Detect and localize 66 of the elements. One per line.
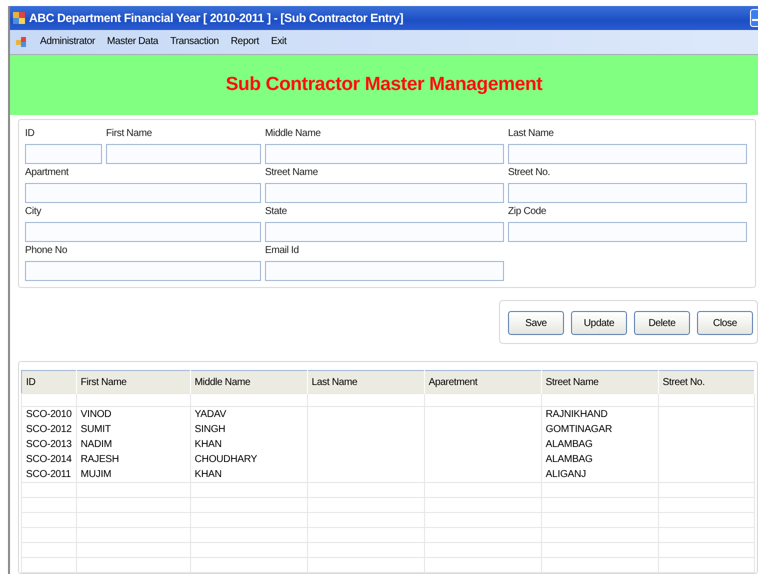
input-field[interactable] xyxy=(106,144,261,164)
input-field[interactable] xyxy=(265,144,504,164)
input-field[interactable] xyxy=(508,183,747,203)
field-label: Zip Code xyxy=(508,206,548,219)
table-cell: SCO-2010 xyxy=(26,409,72,420)
field-label: State xyxy=(265,206,288,219)
menu-item[interactable]: Report xyxy=(230,36,259,48)
table-cell: GOMTINAGAR xyxy=(546,424,612,435)
table-cell: CHOUDHARY xyxy=(194,454,258,465)
input-field[interactable] xyxy=(25,144,102,164)
field-label: Apartment xyxy=(25,167,70,180)
table-cell: SUMIT xyxy=(80,424,111,435)
field-label: Phone No xyxy=(25,245,68,258)
action-button[interactable]: Save xyxy=(508,311,564,335)
field-label: Email Id xyxy=(265,245,300,258)
table-cell: ALAMBAG xyxy=(546,454,593,465)
input-field[interactable] xyxy=(265,261,504,281)
input-field[interactable] xyxy=(508,222,747,242)
window-title: ABC Department Financial Year [ 2010-2011 ] - [Sub Contractor Entry] xyxy=(29,10,404,25)
table-cell: KHAN xyxy=(194,439,222,450)
input-field[interactable] xyxy=(25,261,261,281)
table-cell: ALIGANJ xyxy=(546,469,586,480)
action-button[interactable]: Close xyxy=(697,311,753,335)
app-icon xyxy=(16,36,28,47)
field-label: ID xyxy=(25,128,36,141)
table-cell: RAJESH xyxy=(80,454,119,465)
column-header[interactable]: First Name xyxy=(76,370,190,394)
input-field[interactable] xyxy=(25,222,261,242)
table-cell: VINOD xyxy=(80,409,112,420)
table-cell: SCO-2011 xyxy=(26,469,71,480)
menu-item[interactable]: Master Data xyxy=(107,36,158,48)
column-header[interactable]: Middle Name xyxy=(190,370,308,394)
action-button[interactable]: Delete xyxy=(634,311,690,335)
menu-item[interactable]: Administrator xyxy=(40,36,96,48)
action-button[interactable]: Update xyxy=(571,311,627,335)
column-header[interactable]: Street No. xyxy=(658,370,754,394)
input-field[interactable] xyxy=(265,183,504,203)
input-field[interactable] xyxy=(25,183,261,203)
table-cell: SCO-2013 xyxy=(26,439,72,450)
page-heading: Sub Contractor Master Management xyxy=(226,74,542,96)
field-label: Middle Name xyxy=(265,128,322,141)
column-header[interactable]: ID xyxy=(22,370,76,394)
input-field[interactable] xyxy=(508,144,747,164)
field-label: Street Name xyxy=(265,167,319,180)
table-cell: SCO-2012 xyxy=(26,424,72,435)
table-cell: YADAV xyxy=(194,409,226,420)
input-field[interactable] xyxy=(265,222,504,242)
minimize-button[interactable] xyxy=(750,8,758,27)
table-cell: NADIM xyxy=(80,439,112,450)
table-cell: RAJNIKHAND xyxy=(546,409,608,420)
app-icon xyxy=(13,12,25,24)
menu-item[interactable]: Transaction xyxy=(170,36,219,48)
field-label: Last Name xyxy=(508,128,555,141)
table-cell: MUJIM xyxy=(80,469,112,480)
table-cell: ALAMBAG xyxy=(546,439,593,450)
table-cell: SCO-2014 xyxy=(26,454,72,465)
table-cell: KHAN xyxy=(194,469,222,480)
menu-item[interactable]: Exit xyxy=(270,36,286,48)
minimize-icon xyxy=(752,18,758,22)
field-label: First Name xyxy=(106,128,153,141)
field-label: City xyxy=(25,206,42,219)
column-header[interactable]: Last Name xyxy=(307,370,424,394)
field-label: Street No. xyxy=(508,167,552,180)
column-header[interactable]: Aparetment xyxy=(424,370,542,394)
table-cell: SINGH xyxy=(194,424,226,435)
column-header[interactable]: Street Name xyxy=(541,370,658,394)
